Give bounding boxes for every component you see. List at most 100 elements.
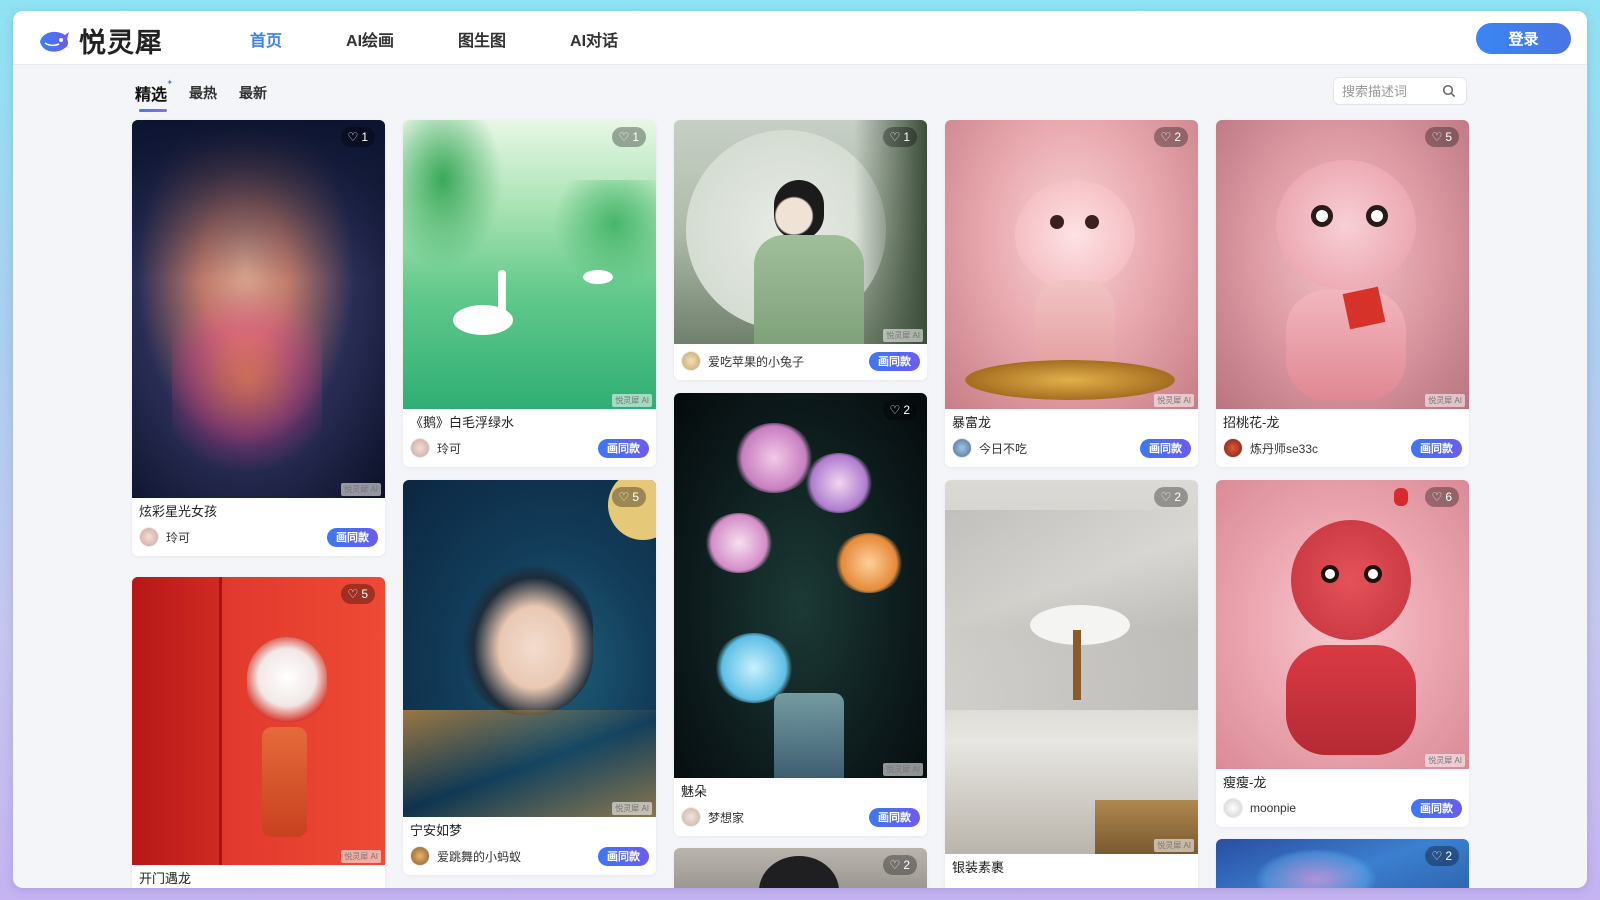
search-box[interactable] <box>1333 77 1467 105</box>
like-badge[interactable]: ♡ 2 <box>882 400 917 420</box>
like-count: 2 <box>903 403 910 417</box>
draw-same-button[interactable]: 画同款 <box>1411 798 1462 818</box>
artwork-title: 银装素裹 <box>952 860 1005 875</box>
watermark: 悦灵犀 AI <box>612 394 652 407</box>
nav-home[interactable]: 首页 <box>250 27 282 51</box>
avatar[interactable] <box>139 527 159 547</box>
artwork-card[interactable]: ♡ 5 悦灵犀 AI 开门遇龙 <box>132 577 385 888</box>
like-badge[interactable]: ♡ 2 <box>1153 487 1188 507</box>
author-name[interactable]: 爱跳舞的小蚂蚁 <box>437 848 598 865</box>
artwork-image[interactable]: ♡ 1 悦灵犀 AI <box>674 120 927 344</box>
author-name[interactable]: 今日不吃 <box>979 440 1140 457</box>
artwork-card[interactable]: ♡ 2 悦灵犀 AI 暴富龙 今日不吃 画同款 <box>945 120 1198 467</box>
tab-latest[interactable]: 最新 <box>239 83 267 103</box>
draw-same-button[interactable]: 画同款 <box>1411 438 1462 458</box>
like-badge[interactable]: ♡ 1 <box>882 127 917 147</box>
like-badge[interactable]: ♡ 2 <box>1153 127 1188 147</box>
artwork-title: 暴富龙 <box>952 415 992 430</box>
artwork-title: 炫彩星光女孩 <box>139 504 218 519</box>
avatar[interactable] <box>681 351 701 371</box>
artwork-card[interactable]: ♡ 2 <box>674 848 927 888</box>
artwork-image[interactable]: ♡ 5 悦灵犀 AI <box>1216 120 1469 409</box>
like-badge[interactable]: ♡ 6 <box>1424 487 1459 507</box>
like-badge[interactable]: ♡ 1 <box>611 127 646 147</box>
artwork-card[interactable]: ♡ 2 <box>1216 839 1469 888</box>
watermark: 悦灵犀 AI <box>341 483 381 496</box>
avatar[interactable] <box>410 438 430 458</box>
artwork-card[interactable]: ♡ 1 悦灵犀 AI 炫彩星光女孩 玲可 画同款 <box>132 120 385 556</box>
watermark: 悦灵犀 AI <box>341 850 381 863</box>
avatar[interactable] <box>410 846 430 866</box>
like-badge[interactable]: ♡ 2 <box>882 855 917 875</box>
sparkle-icon: ✦ <box>166 78 174 87</box>
artwork-card[interactable]: ♡ 6 悦灵犀 AI 瘦瘦-龙 moonpie 画同款 <box>1216 480 1469 827</box>
like-badge[interactable]: ♡ 5 <box>1424 127 1459 147</box>
like-badge[interactable]: ♡ 5 <box>340 584 375 604</box>
avatar[interactable] <box>681 807 701 827</box>
artwork-card[interactable]: ♡ 2 悦灵犀 AI 魅朵 梦想家 画同款 <box>674 393 927 836</box>
like-count: 2 <box>1174 130 1181 144</box>
search-input[interactable] <box>1342 83 1442 99</box>
like-count: 5 <box>361 587 368 601</box>
heart-icon: ♡ <box>889 403 901 417</box>
watermark: 悦灵犀 AI <box>883 329 923 342</box>
nav-image-to-image[interactable]: 图生图 <box>458 27 506 51</box>
draw-same-button[interactable]: 画同款 <box>327 527 378 547</box>
like-badge[interactable]: ♡ 1 <box>340 127 375 147</box>
artwork-image[interactable]: ♡ 2 悦灵犀 AI <box>945 480 1198 854</box>
avatar[interactable] <box>952 438 972 458</box>
artwork-card[interactable]: ♡ 5 悦灵犀 AI 宁安如梦 爱跳舞的小蚂蚁 画同款 <box>403 480 656 875</box>
author-name[interactable]: 炼丹师se33c <box>1250 440 1411 457</box>
artwork-title: 开门遇龙 <box>139 871 192 886</box>
search-icon[interactable] <box>1442 84 1456 98</box>
author-name[interactable]: 爱吃苹果的小兔子 <box>708 353 869 370</box>
draw-same-button[interactable]: 画同款 <box>869 807 920 827</box>
artwork-title: 《鹅》白毛浮绿水 <box>410 415 515 430</box>
watermark: 悦灵犀 AI <box>1425 394 1465 407</box>
tab-featured[interactable]: 精选 ✦ <box>135 78 173 112</box>
like-count: 2 <box>1445 849 1452 863</box>
author-name[interactable]: 梦想家 <box>708 809 869 826</box>
draw-same-button[interactable]: 画同款 <box>598 438 649 458</box>
logo[interactable]: 悦灵犀 <box>37 21 163 60</box>
artwork-image[interactable]: ♡ 1 悦灵犀 AI <box>403 120 656 409</box>
avatar[interactable] <box>1223 798 1243 818</box>
watermark: 悦灵犀 AI <box>612 802 652 815</box>
tab-hottest[interactable]: 最热 <box>189 83 217 103</box>
app-window: 悦灵犀 首页 AI绘画 图生图 AI对话 登录 精选✦ 最热 最新 ♡1 悦灵犀… <box>13 11 1587 888</box>
artwork-image[interactable]: ♡ 5 悦灵犀 AI <box>403 480 656 817</box>
avatar[interactable] <box>1223 438 1243 458</box>
artwork-image[interactable]: ♡ 2 <box>674 848 927 888</box>
like-count: 1 <box>632 130 639 144</box>
top-navbar: 悦灵犀 首页 AI绘画 图生图 AI对话 登录 <box>13 11 1587 65</box>
author-name[interactable]: 玲可 <box>166 529 327 546</box>
login-button[interactable]: 登录 <box>1476 23 1571 54</box>
heart-icon: ♡ <box>618 490 630 504</box>
author-name[interactable]: 玲可 <box>437 440 598 457</box>
logo-text: 悦灵犀 <box>79 28 163 58</box>
author-name[interactable]: moonpie <box>1250 801 1411 815</box>
like-badge[interactable]: ♡ 5 <box>611 487 646 507</box>
artwork-image[interactable]: ♡ 2 悦灵犀 AI <box>945 120 1198 409</box>
like-badge[interactable]: ♡ 2 <box>1424 846 1459 866</box>
heart-icon: ♡ <box>889 130 901 144</box>
artwork-image[interactable]: ♡ 2 <box>1216 839 1469 888</box>
artwork-card[interactable]: ♡ 5 悦灵犀 AI 招桃花-龙 炼丹师se33c 画同款 <box>1216 120 1469 467</box>
artwork-image[interactable]: ♡ 6 悦灵犀 AI <box>1216 480 1469 769</box>
draw-same-button[interactable]: 画同款 <box>598 846 649 866</box>
artwork-title: 宁安如梦 <box>410 823 463 838</box>
draw-same-button[interactable]: 画同款 <box>1140 438 1191 458</box>
like-count: 1 <box>903 130 910 144</box>
nav-ai-chat[interactable]: AI对话 <box>570 27 618 51</box>
artwork-image[interactable]: ♡ 2 悦灵犀 AI <box>674 393 927 778</box>
like-count: 5 <box>632 490 639 504</box>
artwork-card[interactable]: ♡ 2 悦灵犀 AI 银装素裹 <box>945 480 1198 888</box>
artwork-image[interactable]: ♡ 5 悦灵犀 AI <box>132 577 385 865</box>
draw-same-button[interactable]: 画同款 <box>869 351 920 371</box>
heart-icon: ♡ <box>1431 130 1443 144</box>
artwork-card[interactable]: ♡ 1 悦灵犀 AI 《鹅》白毛浮绿水 玲可 画同款 <box>403 120 656 467</box>
like-count: 1 <box>361 130 368 144</box>
artwork-card[interactable]: ♡ 1 悦灵犀 AI 爱吃苹果的小兔子 画同款 <box>674 120 927 380</box>
artwork-image[interactable]: ♡ 1 悦灵犀 AI <box>132 120 385 498</box>
nav-ai-painting[interactable]: AI绘画 <box>346 27 394 51</box>
